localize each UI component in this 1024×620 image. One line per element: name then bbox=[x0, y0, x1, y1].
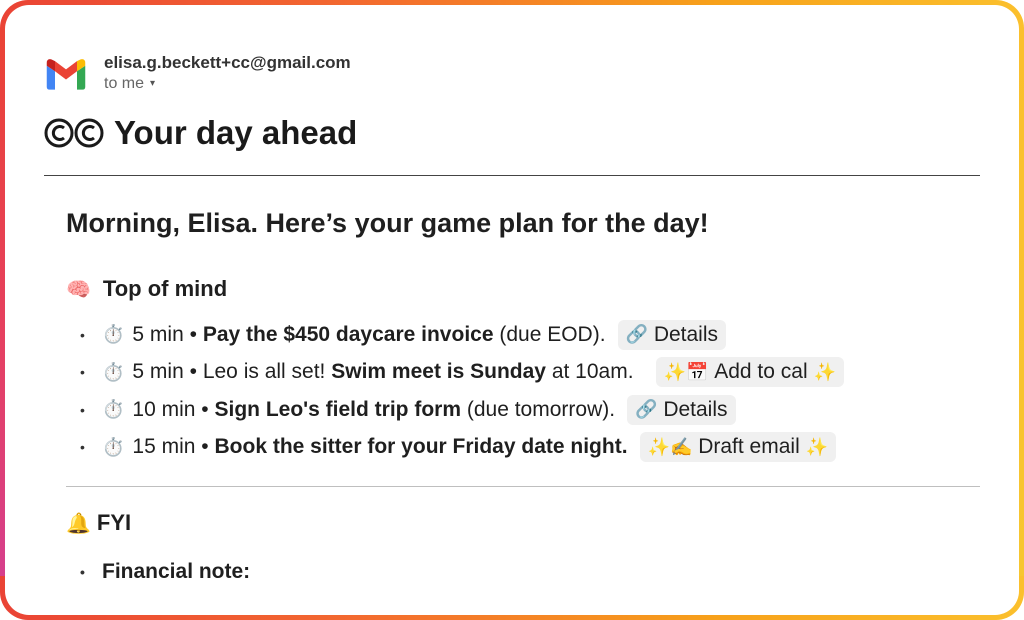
bell-icon: 🔔 bbox=[66, 512, 91, 535]
task-post: (due EOD). bbox=[493, 322, 606, 346]
task-item: • ⏱️ 5 min • Pay the $450 daycare invoic… bbox=[80, 316, 844, 354]
stopwatch-icon: ⏱️ bbox=[102, 399, 125, 420]
section-title: Top of mind bbox=[102, 276, 228, 301]
chip-label: Details bbox=[653, 322, 719, 346]
stopwatch-icon: ⏱️ bbox=[102, 324, 125, 345]
draft-email-button[interactable]: ✨✍️ Draft email ✨ bbox=[639, 432, 837, 463]
stopwatch-icon: ⏱️ bbox=[102, 361, 125, 382]
section-title: FYI bbox=[96, 510, 132, 535]
add-to-calendar-button[interactable]: ✨📅 Add to cal ✨ bbox=[655, 357, 844, 388]
bullet: • bbox=[80, 439, 85, 456]
dot-separator: • bbox=[189, 322, 197, 346]
subject-divider bbox=[44, 175, 980, 176]
subject-row: Your day ahead bbox=[44, 114, 357, 152]
email-card bbox=[5, 5, 1019, 615]
task-text: 5 min • Leo is all set! Swim meet is Sun… bbox=[132, 360, 633, 384]
task-bold: Book the sitter for your Friday date nig… bbox=[214, 435, 628, 459]
task-list: • ⏱️ 5 min • Pay the $450 daycare invoic… bbox=[80, 316, 844, 466]
bullet: • bbox=[80, 326, 85, 343]
sender-email[interactable]: elisa.g.beckett+cc@gmail.com bbox=[104, 52, 351, 74]
bullet: • bbox=[80, 364, 85, 381]
details-button[interactable]: 🔗 Details bbox=[617, 319, 727, 350]
sparkle-writing-icon: ✨✍️ bbox=[647, 436, 693, 457]
sender-header: elisa.g.beckett+cc@gmail.com to me ▾ bbox=[44, 52, 351, 94]
task-duration: 15 min bbox=[132, 435, 196, 459]
dot-separator: • bbox=[201, 435, 209, 459]
bullet: • bbox=[80, 564, 85, 580]
task-duration: 10 min bbox=[132, 397, 196, 421]
sparkle-icon: ✨ bbox=[805, 436, 829, 457]
chip-label: Add to cal bbox=[714, 360, 808, 384]
task-item: • ⏱️ 5 min • Leo is all set! Swim meet i… bbox=[80, 354, 844, 392]
sender-meta: elisa.g.beckett+cc@gmail.com to me ▾ bbox=[104, 52, 351, 94]
task-post: at 10am. bbox=[545, 360, 634, 384]
task-text: 15 min • Book the sitter for your Friday… bbox=[132, 435, 627, 459]
dot-separator: • bbox=[201, 397, 209, 421]
fyi-item-label: Financial note: bbox=[102, 560, 251, 583]
link-icon: 🔗 bbox=[635, 399, 658, 420]
fyi-item: • Financial note: bbox=[80, 560, 250, 584]
task-duration: 5 min bbox=[132, 322, 184, 346]
greeting-heading: Morning, Elisa. Here’s your game plan fo… bbox=[66, 208, 709, 238]
stopwatch-icon: ⏱️ bbox=[102, 436, 125, 457]
caret-down-icon[interactable]: ▾ bbox=[150, 74, 155, 94]
recipient-dropdown[interactable]: to me ▾ bbox=[104, 74, 351, 94]
link-icon: 🔗 bbox=[625, 324, 648, 345]
email-subject: Your day ahead bbox=[114, 114, 358, 151]
recipient-label: to me bbox=[104, 75, 145, 92]
chip-label: Draft email bbox=[698, 435, 800, 459]
task-item: • ⏱️ 10 min • Sign Leo's field trip form… bbox=[80, 391, 844, 429]
task-bold: Sign Leo's field trip form bbox=[214, 397, 462, 421]
gmail-logo-icon bbox=[46, 59, 86, 90]
brain-icon: 🧠 bbox=[66, 278, 91, 301]
task-duration: 5 min bbox=[132, 360, 184, 384]
details-button[interactable]: 🔗 Details bbox=[627, 394, 736, 425]
task-text: 5 min • Pay the $450 daycare invoice (du… bbox=[132, 323, 605, 347]
sparkle-calendar-icon: ✨📅 bbox=[663, 361, 709, 382]
section-fyi: 🔔 FYI bbox=[66, 510, 131, 536]
task-pre: Leo is all set! bbox=[202, 360, 332, 384]
bullet: • bbox=[80, 401, 85, 418]
dot-separator: • bbox=[189, 360, 197, 384]
task-text: 10 min • Sign Leo's field trip form (due… bbox=[132, 398, 615, 422]
sparkle-icon: ✨ bbox=[813, 361, 836, 382]
chip-label: Details bbox=[663, 397, 728, 421]
task-bold: Pay the $450 daycare invoice bbox=[202, 322, 494, 346]
task-item: • ⏱️ 15 min • Book the sitter for your F… bbox=[80, 429, 844, 467]
cc-logo-icon bbox=[44, 118, 104, 148]
section-divider bbox=[66, 486, 980, 487]
task-post: (due tomorrow). bbox=[461, 397, 616, 421]
task-bold: Swim meet is Sunday bbox=[331, 360, 546, 384]
section-top-of-mind: 🧠 Top of mind bbox=[66, 276, 227, 302]
